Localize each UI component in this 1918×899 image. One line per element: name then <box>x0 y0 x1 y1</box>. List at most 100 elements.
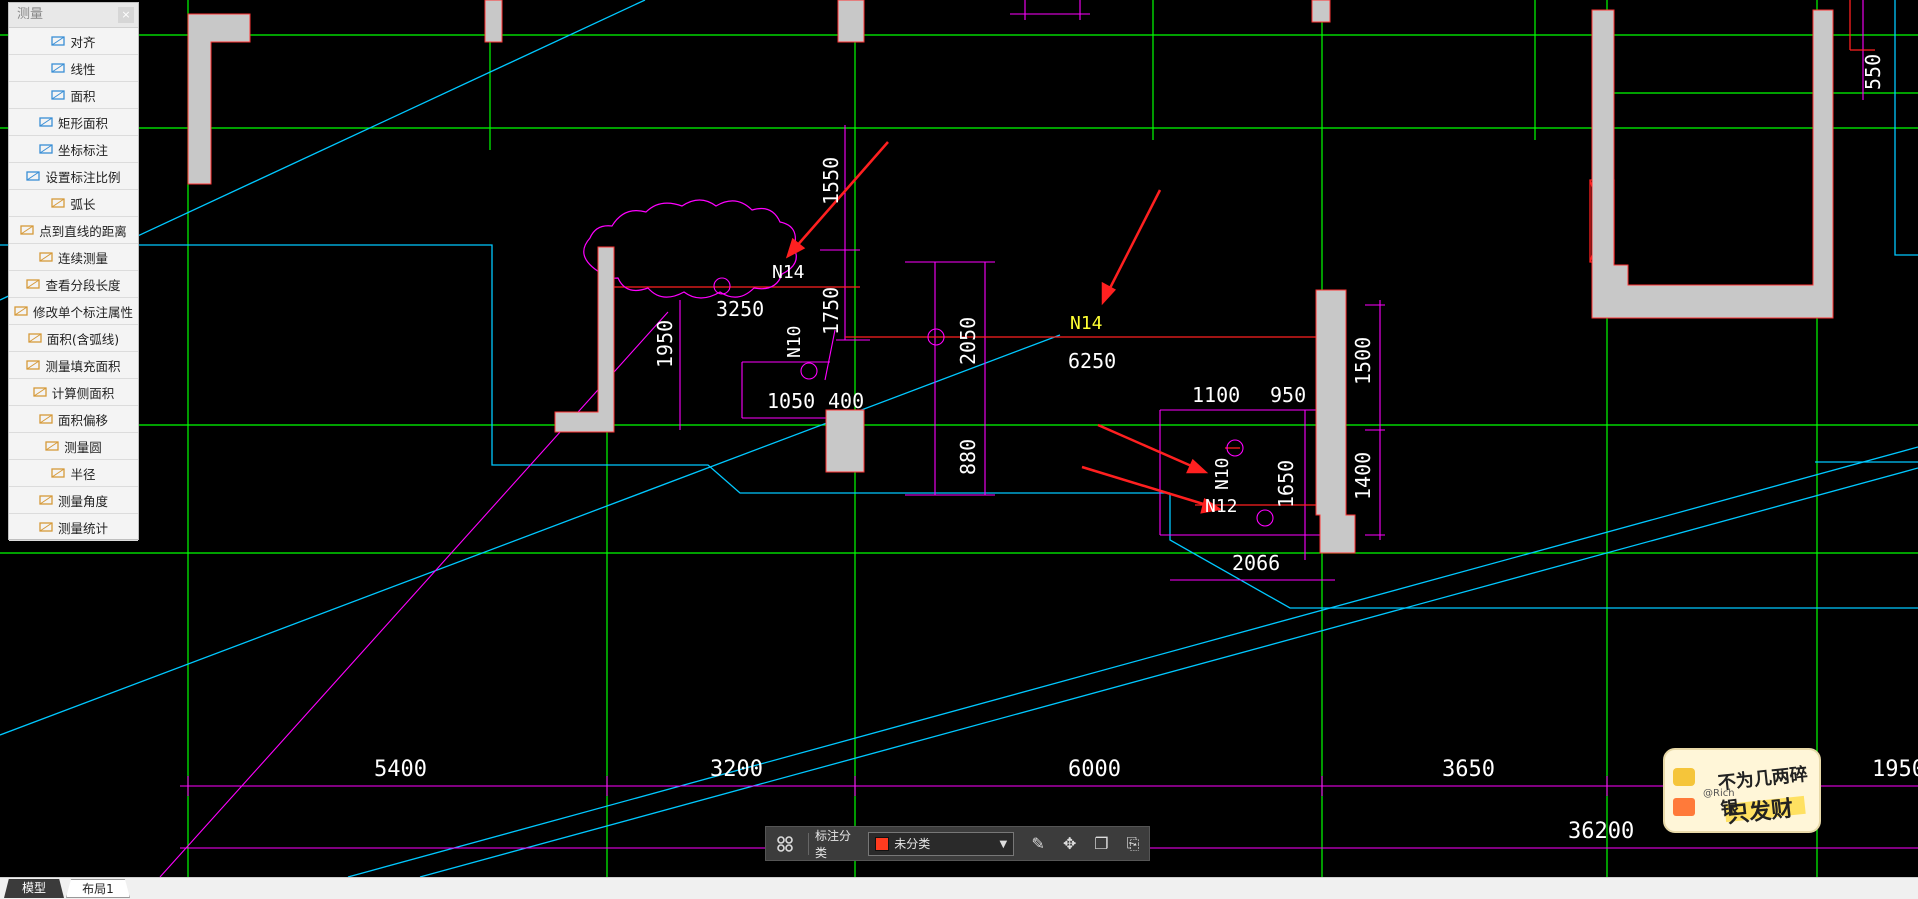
measure-item-label: 面积 <box>70 88 96 104</box>
dim-550: 550 <box>1861 54 1885 90</box>
measure-item-18[interactable]: 测量统计 <box>9 514 138 541</box>
label-n14-yellow: N14 <box>1070 313 1103 334</box>
measure-panel-header[interactable]: 测量 × <box>9 3 138 28</box>
measure-item-15[interactable]: 测量圆 <box>9 433 138 460</box>
dim-880: 880 <box>956 439 980 475</box>
measure-item-4[interactable]: 坐标标注 <box>9 136 138 163</box>
measure-item-12[interactable]: 测量填充面积 <box>9 352 138 379</box>
dim-1400: 1400 <box>1351 452 1375 500</box>
grid-icon[interactable] <box>776 835 794 853</box>
dim-1650: 1650 <box>1274 460 1298 508</box>
wechat-icon <box>1673 768 1695 786</box>
measure-item-16[interactable]: 半径 <box>9 460 138 487</box>
cad-drawing-canvas[interactable]: 1550 3250 1750 1950 2050 1050 400 880 62… <box>0 0 1918 877</box>
label-n10-right: N10 <box>1212 457 1233 490</box>
measure-item-9[interactable]: 查看分段长度 <box>9 271 138 298</box>
align-icon <box>51 35 66 47</box>
category-label: 标注分类 <box>814 828 851 860</box>
axis-grid <box>0 0 1918 877</box>
arc-icon <box>51 197 66 209</box>
shirt-icon <box>1673 798 1695 816</box>
measure-item-7[interactable]: 点到直线的距离 <box>9 217 138 244</box>
offset-area-icon <box>39 413 53 425</box>
measure-item-13[interactable]: 计算侧面积 <box>9 379 138 406</box>
dim-6250: 6250 <box>1068 349 1116 373</box>
measure-item-label: 查看分段长度 <box>45 277 121 293</box>
measure-item-label: 设置标注比例 <box>45 169 121 185</box>
circle-icon <box>45 440 59 452</box>
dim-2066: 2066 <box>1232 551 1280 575</box>
category-swatch <box>875 836 890 851</box>
measure-item-2[interactable]: 面积 <box>9 82 138 109</box>
measure-item-3[interactable]: 矩形面积 <box>9 109 138 136</box>
dim-1100: 1100 <box>1192 383 1240 407</box>
measure-item-label: 测量统计 <box>57 520 108 536</box>
label-n12: N12 <box>1205 496 1238 517</box>
measure-panel-title: 测量 <box>17 7 44 22</box>
copy-icon[interactable]: ❐ <box>1092 834 1112 854</box>
dim-3250: 3250 <box>716 297 764 321</box>
hatch-area-icon <box>26 359 41 371</box>
measure-item-label: 测量填充面积 <box>45 358 121 374</box>
coordinate-icon <box>39 143 53 155</box>
toolbar-divider <box>808 832 809 855</box>
measure-item-1[interactable]: 线性 <box>9 55 138 82</box>
measure-item-17[interactable]: 测量角度 <box>9 487 138 514</box>
axis-dim-3650: 3650 <box>1442 757 1495 782</box>
paste-icon[interactable]: ⎘ <box>1123 834 1143 854</box>
close-icon[interactable]: × <box>118 7 134 23</box>
dim-1950: 1950 <box>653 320 677 368</box>
edit-icon[interactable]: ✎ <box>1028 834 1048 854</box>
measure-item-label: 矩形面积 <box>57 115 108 131</box>
measure-item-10[interactable]: 修改单个标注属性 <box>9 298 138 325</box>
measure-item-6[interactable]: 弧长 <box>9 190 138 217</box>
category-value: 未分类 <box>894 837 931 851</box>
measure-item-11[interactable]: 面积(含弧线) <box>9 325 138 352</box>
tab-layout1[interactable]: 布局1 <box>66 879 130 898</box>
arc-area-icon <box>28 332 42 344</box>
category-select[interactable]: 未分类 ▼ <box>868 831 1015 856</box>
tab-model[interactable]: 模型 <box>4 879 64 898</box>
measure-item-label: 坐标标注 <box>57 142 108 158</box>
dim-1550: 1550 <box>819 157 843 205</box>
label-n14-cloud: N14 <box>772 262 805 283</box>
label-n10-vertical: N10 <box>784 325 805 358</box>
watermark-sticker: @Rich 不为几两碎银 只发财 <box>1663 748 1821 833</box>
measure-item-label: 点到直线的距离 <box>39 223 127 239</box>
measure-item-label: 线性 <box>70 61 96 77</box>
linear-icon <box>51 62 66 74</box>
measure-item-label: 面积偏移 <box>57 412 108 428</box>
annotation-toolbar: 标注分类 未分类 ▼ ✎ ✥ ❐ ⎘ <box>765 826 1150 861</box>
continuous-icon <box>39 251 53 263</box>
measure-item-label: 连续测量 <box>57 250 108 266</box>
chevron-down-icon: ▼ <box>999 838 1008 850</box>
measure-panel: 测量 × 对齐线性面积矩形面积坐标标注设置标注比例弧长点到直线的距离 连续测量查看… <box>8 2 139 541</box>
stats-icon <box>39 521 53 533</box>
axis-dim-3200: 3200 <box>710 757 763 782</box>
sticker-line-2: 只发财 <box>1726 796 1795 829</box>
rect-area-icon <box>39 116 53 128</box>
measure-item-8[interactable]: 连续测量 <box>9 244 138 271</box>
dim-2050: 2050 <box>956 317 980 365</box>
dim-1500: 1500 <box>1351 337 1375 385</box>
measure-item-label: 计算侧面积 <box>51 385 115 401</box>
measure-item-label: 面积(含弧线) <box>46 331 120 347</box>
scale-icon <box>26 170 41 182</box>
axis-dim-1950: 1950 <box>1872 757 1918 782</box>
measure-item-label: 测量圆 <box>64 439 102 455</box>
measure-item-label: 半径 <box>70 466 96 482</box>
axis-dim-5400: 5400 <box>374 757 427 782</box>
radius-icon <box>51 467 66 479</box>
cyan-boundary-lines <box>0 0 1918 877</box>
measure-item-14[interactable]: 面积偏移 <box>9 406 138 433</box>
revision-cloud <box>583 199 797 299</box>
wall-blocks <box>187 0 1834 554</box>
measure-item-0[interactable]: 对齐 <box>9 28 138 55</box>
measure-item-label: 修改单个标注属性 <box>32 304 133 320</box>
measure-item-5[interactable]: 设置标注比例 <box>9 163 138 190</box>
dim-1050: 1050 <box>767 389 815 413</box>
move-icon[interactable]: ✥ <box>1060 834 1080 854</box>
measure-item-label: 测量角度 <box>57 493 108 509</box>
dim-950: 950 <box>1270 383 1306 407</box>
dim-1750: 1750 <box>819 287 843 335</box>
